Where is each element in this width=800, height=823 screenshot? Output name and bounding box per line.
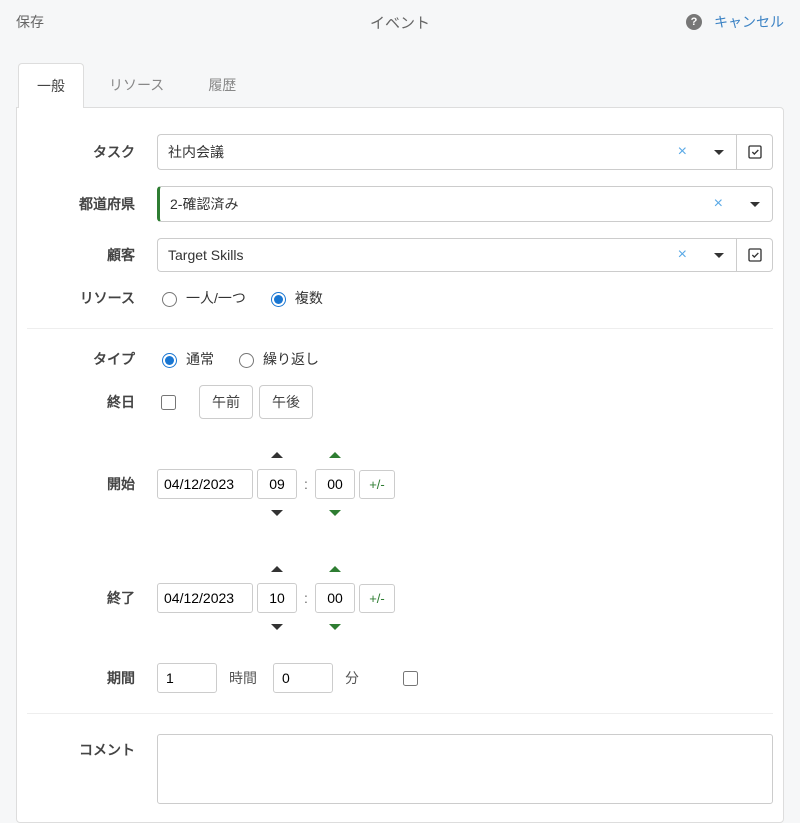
- end-hour-up[interactable]: [257, 558, 297, 580]
- customer-dropdown-button[interactable]: [701, 238, 737, 272]
- cancel-button[interactable]: キャンセル: [714, 12, 784, 32]
- prefecture-input[interactable]: 2-確認済み ×: [157, 186, 737, 222]
- chevron-down-icon: [271, 624, 283, 630]
- prefecture-clear-icon[interactable]: ×: [710, 195, 727, 213]
- duration-minutes-unit: 分: [345, 668, 359, 688]
- label-comment: コメント: [27, 734, 157, 760]
- resource-radio-group: 一人/一つ 複数: [157, 288, 773, 308]
- resource-single-radio[interactable]: [162, 292, 177, 307]
- chevron-down-icon: [714, 150, 724, 155]
- start-minute-down[interactable]: [315, 502, 355, 524]
- type-repeat-label: 繰り返し: [263, 349, 319, 369]
- start-plusminus-button[interactable]: +/-: [359, 470, 395, 499]
- divider: [27, 328, 773, 329]
- chevron-down-icon: [750, 202, 760, 207]
- tabbar: 一般 リソース 履歴: [0, 62, 800, 107]
- resource-multi-radio[interactable]: [271, 292, 286, 307]
- tab-general[interactable]: 一般: [18, 63, 84, 108]
- end-minute-input[interactable]: [315, 583, 355, 613]
- chevron-down-icon: [329, 510, 341, 516]
- task-dropdown-button[interactable]: [701, 134, 737, 170]
- type-repeat-radio[interactable]: [239, 353, 254, 368]
- customer-combo: Target Skills ×: [157, 238, 773, 272]
- time-colon: :: [301, 590, 311, 606]
- duration-hours-unit: 時間: [229, 668, 257, 688]
- help-icon[interactable]: ?: [686, 14, 702, 30]
- edit-icon: [747, 144, 763, 160]
- duration-minutes-input[interactable]: [273, 663, 333, 693]
- prefecture-value: 2-確認済み: [170, 194, 238, 214]
- label-allday: 終日: [27, 392, 157, 412]
- prefecture-combo: 2-確認済み ×: [157, 186, 773, 222]
- type-normal-label: 通常: [186, 349, 214, 369]
- end-plusminus-button[interactable]: +/-: [359, 584, 395, 613]
- start-hour-up[interactable]: [257, 444, 297, 466]
- divider: [27, 713, 773, 714]
- end-minute-down[interactable]: [315, 616, 355, 638]
- customer-clear-icon[interactable]: ×: [674, 246, 691, 264]
- label-start: 開始: [27, 474, 157, 494]
- start-hour-down[interactable]: [257, 502, 297, 524]
- chevron-up-icon: [329, 452, 341, 458]
- panel-general: タスク 社内会議 × 都道府県 2-確認済み ×: [16, 107, 784, 823]
- customer-value: Target Skills: [168, 247, 243, 263]
- edit-icon: [747, 247, 763, 263]
- time-colon: :: [301, 476, 311, 492]
- start-date-input[interactable]: [157, 469, 253, 499]
- type-normal-radio[interactable]: [162, 353, 177, 368]
- chevron-down-icon: [271, 510, 283, 516]
- end-datetime: : +/-: [157, 557, 395, 639]
- comment-textarea[interactable]: [157, 734, 773, 804]
- am-button[interactable]: 午前: [199, 385, 253, 419]
- allday-checkbox[interactable]: [161, 395, 176, 410]
- end-hour-input[interactable]: [257, 583, 297, 613]
- tab-resource[interactable]: リソース: [90, 62, 183, 107]
- task-combo: 社内会議 ×: [157, 134, 773, 170]
- task-input[interactable]: 社内会議 ×: [157, 134, 701, 170]
- start-hour-input[interactable]: [257, 469, 297, 499]
- type-radio-group: 通常 繰り返し: [157, 349, 773, 369]
- tab-history[interactable]: 履歴: [189, 62, 255, 107]
- task-edit-button[interactable]: [737, 134, 773, 170]
- duration-hours-input[interactable]: [157, 663, 217, 693]
- save-button[interactable]: 保存: [16, 12, 44, 32]
- pm-button[interactable]: 午後: [259, 385, 313, 419]
- prefecture-dropdown-button[interactable]: [737, 186, 773, 222]
- task-value: 社内会議: [168, 142, 224, 162]
- label-task: タスク: [27, 142, 157, 162]
- task-clear-icon[interactable]: ×: [674, 143, 691, 161]
- end-minute-up[interactable]: [315, 558, 355, 580]
- label-duration: 期間: [27, 668, 157, 688]
- start-datetime: : +/-: [157, 443, 395, 525]
- label-end: 終了: [27, 588, 157, 608]
- chevron-up-icon: [271, 452, 283, 458]
- chevron-down-icon: [329, 624, 341, 630]
- chevron-up-icon: [329, 566, 341, 572]
- end-date-input[interactable]: [157, 583, 253, 613]
- label-prefecture: 都道府県: [27, 194, 157, 214]
- label-type: タイプ: [27, 349, 157, 369]
- dialog-header: 保存 イベント ? キャンセル: [0, 0, 800, 44]
- customer-input[interactable]: Target Skills ×: [157, 238, 701, 272]
- resource-single-label: 一人/一つ: [186, 288, 246, 308]
- start-minute-input[interactable]: [315, 469, 355, 499]
- customer-edit-button[interactable]: [737, 238, 773, 272]
- end-hour-down[interactable]: [257, 616, 297, 638]
- start-minute-up[interactable]: [315, 444, 355, 466]
- label-customer: 顧客: [27, 245, 157, 265]
- dialog-title: イベント: [0, 12, 800, 33]
- resource-multi-label: 複数: [295, 288, 323, 308]
- duration-lock-checkbox[interactable]: [403, 671, 418, 686]
- label-resource: リソース: [27, 288, 157, 308]
- chevron-down-icon: [714, 253, 724, 258]
- chevron-up-icon: [271, 566, 283, 572]
